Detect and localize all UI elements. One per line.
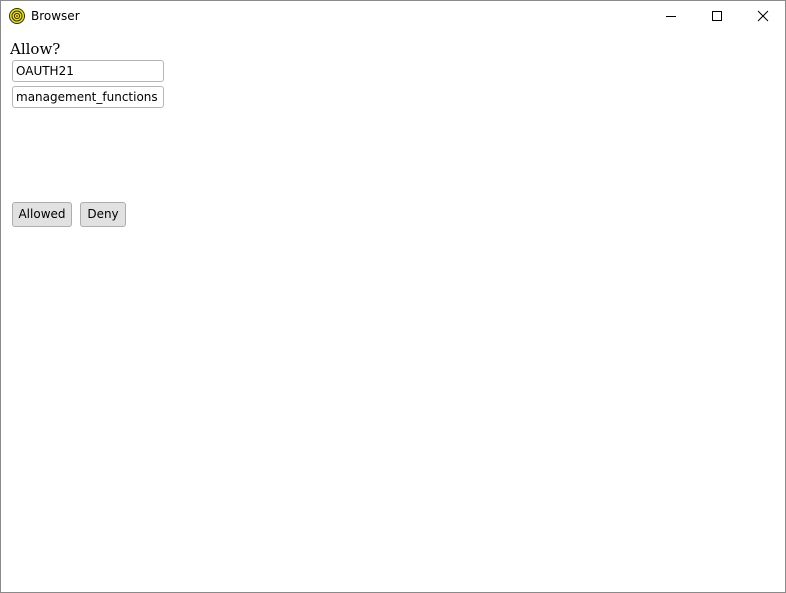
maximize-icon <box>712 11 722 21</box>
title-bar[interactable]: Browser <box>1 1 785 31</box>
deny-button[interactable]: Deny <box>80 202 126 227</box>
maximize-button[interactable] <box>694 1 740 31</box>
close-button[interactable] <box>740 1 785 31</box>
client-id-value: OAUTH21 <box>16 64 74 78</box>
page-content: Allow? OAUTH21 management_functions Allo… <box>1 31 785 592</box>
minimize-button[interactable] <box>648 1 694 31</box>
allow-button[interactable]: Allowed <box>12 202 72 227</box>
scope-value: management_functions <box>16 90 158 104</box>
window-title: Browser <box>31 9 80 23</box>
browser-window: Browser Allow? OAUTH21 management_functi… <box>0 0 786 593</box>
allow-prompt: Allow? <box>10 40 61 58</box>
scope-field[interactable]: management_functions <box>12 86 164 108</box>
client-id-field[interactable]: OAUTH21 <box>12 60 164 82</box>
browser-app-icon <box>9 8 25 24</box>
close-icon <box>757 10 769 22</box>
minimize-icon <box>666 16 676 17</box>
